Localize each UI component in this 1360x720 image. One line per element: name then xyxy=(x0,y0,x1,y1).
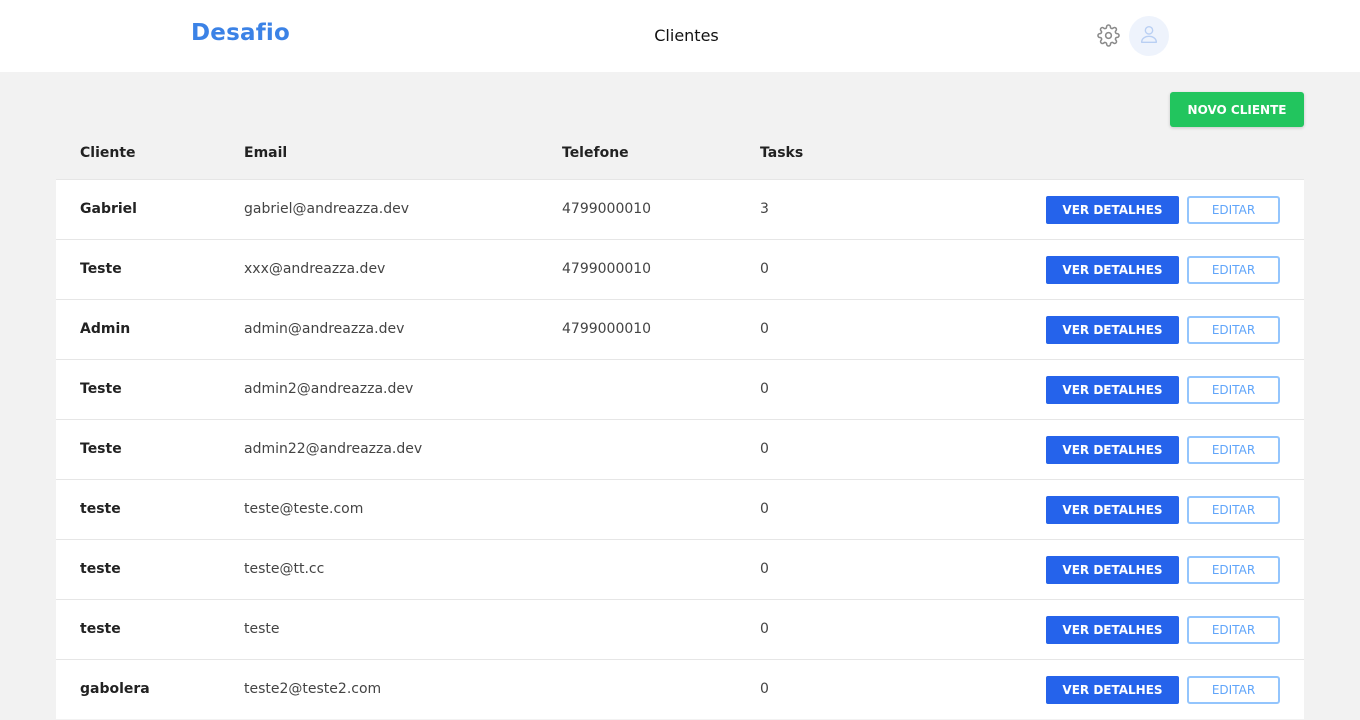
table-row: Teste xxx@andreazza.dev 4799000010 0 VER… xyxy=(56,239,1304,299)
view-details-button[interactable]: VER DETALHES xyxy=(1046,256,1179,284)
clients-table: Gabriel gabriel@andreazza.dev 4799000010… xyxy=(56,179,1304,719)
column-header-email: Email xyxy=(244,145,288,161)
edit-button[interactable]: EDITAR xyxy=(1187,556,1280,584)
client-tasks: 0 xyxy=(760,321,769,337)
edit-button[interactable]: EDITAR xyxy=(1187,496,1280,524)
client-tasks: 3 xyxy=(760,201,769,217)
table-row: Teste admin22@andreazza.dev 0 VER DETALH… xyxy=(56,419,1304,479)
gear-icon[interactable] xyxy=(1097,24,1120,47)
edit-button[interactable]: EDITAR xyxy=(1187,316,1280,344)
client-email: gabriel@andreazza.dev xyxy=(244,201,409,217)
view-details-button[interactable]: VER DETALHES xyxy=(1046,616,1179,644)
client-name: teste xyxy=(80,621,121,637)
edit-button[interactable]: EDITAR xyxy=(1187,256,1280,284)
column-header-telefone: Telefone xyxy=(562,145,629,161)
table-row: Admin admin@andreazza.dev 4799000010 0 V… xyxy=(56,299,1304,359)
user-icon xyxy=(1138,23,1160,49)
view-details-button[interactable]: VER DETALHES xyxy=(1046,556,1179,584)
client-email: admin2@andreazza.dev xyxy=(244,381,414,397)
view-details-button[interactable]: VER DETALHES xyxy=(1046,316,1179,344)
client-name: Teste xyxy=(80,381,122,397)
new-client-button[interactable]: NOVO CLIENTE xyxy=(1170,92,1304,127)
column-header-cliente: Cliente xyxy=(80,145,136,161)
view-details-button[interactable]: VER DETALHES xyxy=(1046,196,1179,224)
table-row: teste teste@teste.com 0 VER DETALHES EDI… xyxy=(56,479,1304,539)
client-tasks: 0 xyxy=(760,441,769,457)
table-row: Gabriel gabriel@andreazza.dev 4799000010… xyxy=(56,179,1304,239)
edit-button[interactable]: EDITAR xyxy=(1187,616,1280,644)
avatar[interactable] xyxy=(1129,16,1169,56)
client-name: Gabriel xyxy=(80,201,137,217)
client-email: admin@andreazza.dev xyxy=(244,321,405,337)
table-header: Cliente Email Telefone Tasks xyxy=(56,136,1304,180)
client-phone: 4799000010 xyxy=(562,261,652,277)
table-row: teste teste@tt.cc 0 VER DETALHES EDITAR xyxy=(56,539,1304,599)
edit-button[interactable]: EDITAR xyxy=(1187,376,1280,404)
table-row: teste teste 0 VER DETALHES EDITAR xyxy=(56,599,1304,659)
view-details-button[interactable]: VER DETALHES xyxy=(1046,376,1179,404)
client-tasks: 0 xyxy=(760,621,769,637)
view-details-button[interactable]: VER DETALHES xyxy=(1046,496,1179,524)
table-row: gabolera teste2@teste2.com 0 VER DETALHE… xyxy=(56,659,1304,719)
view-details-button[interactable]: VER DETALHES xyxy=(1046,676,1179,704)
edit-button[interactable]: EDITAR xyxy=(1187,676,1280,704)
client-name: Teste xyxy=(80,441,122,457)
client-tasks: 0 xyxy=(760,561,769,577)
client-email: teste@teste.com xyxy=(244,501,364,517)
edit-button[interactable]: EDITAR xyxy=(1187,196,1280,224)
client-name: Teste xyxy=(80,261,122,277)
client-name: Admin xyxy=(80,321,131,337)
client-name: teste xyxy=(80,501,121,517)
client-name: teste xyxy=(80,561,121,577)
client-name: gabolera xyxy=(80,681,150,697)
edit-button[interactable]: EDITAR xyxy=(1187,436,1280,464)
view-details-button[interactable]: VER DETALHES xyxy=(1046,436,1179,464)
client-tasks: 0 xyxy=(760,381,769,397)
column-header-tasks: Tasks xyxy=(760,145,804,161)
client-tasks: 0 xyxy=(760,681,769,697)
client-email: teste xyxy=(244,621,280,637)
client-phone: 4799000010 xyxy=(562,321,652,337)
client-phone: 4799000010 xyxy=(562,201,652,217)
client-email: xxx@andreazza.dev xyxy=(244,261,386,277)
client-email: teste2@teste2.com xyxy=(244,681,382,697)
client-tasks: 0 xyxy=(760,501,769,517)
table-row: Teste admin2@andreazza.dev 0 VER DETALHE… xyxy=(56,359,1304,419)
client-tasks: 0 xyxy=(760,261,769,277)
top-navbar: Desafio Clientes xyxy=(0,0,1360,72)
client-email: teste@tt.cc xyxy=(244,561,325,577)
client-email: admin22@andreazza.dev xyxy=(244,441,423,457)
